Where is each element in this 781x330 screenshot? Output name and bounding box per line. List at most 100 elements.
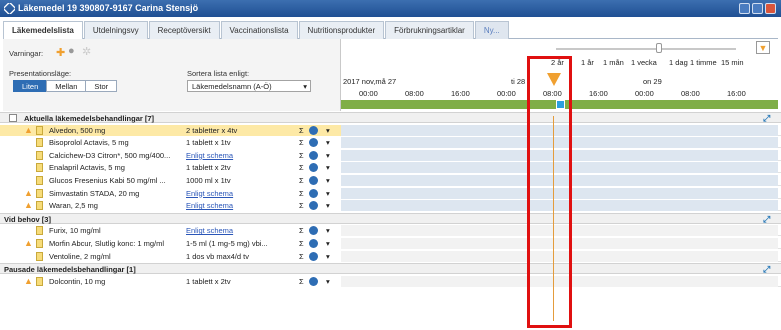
dose: 1 tablett x 1tv <box>186 138 231 148</box>
minimize-button[interactable] <box>739 3 750 14</box>
chevron-down-icon[interactable]: ▾ <box>326 238 330 249</box>
clock-icon[interactable] <box>309 239 318 248</box>
document-icon <box>36 239 43 248</box>
clock-icon[interactable] <box>309 150 318 160</box>
tab-5[interactable]: Förbrukningsartiklar <box>385 21 474 39</box>
sigma-icon[interactable]: Σ <box>299 225 304 236</box>
sigma-icon[interactable]: Σ <box>299 188 304 199</box>
sort-select[interactable]: Läkemedelsnamn (A-Ö) ▾ <box>187 80 311 92</box>
chevron-down-icon[interactable]: ▾ <box>326 188 330 199</box>
section-header-0[interactable]: Aktuella läkemedelsbehandlingar [7] ⤢ <box>0 112 781 123</box>
chevron-down-icon: ▾ <box>303 82 307 91</box>
document-icon <box>36 276 43 286</box>
gear-icon[interactable]: ✲ <box>82 45 91 58</box>
table-row[interactable]: Furix, 10 mg/ml Enligt schema Σ ▾ <box>0 225 781 237</box>
window-title: Läkemedel 19 390807-9167 Carina Stensjö <box>18 3 199 13</box>
filter-dropdown-button[interactable]: ▼ <box>756 41 770 54</box>
medication-name: Alvedon, 500 mg <box>49 125 106 135</box>
dose[interactable]: Enligt schema <box>186 200 290 211</box>
document-icon <box>36 125 43 135</box>
table-row[interactable]: Glucos Fresenius Kabi 50 mg/ml ... 1000 m… <box>0 175 781 186</box>
zoom-option-1[interactable]: 1 år <box>581 58 594 67</box>
zoom-option-2[interactable]: 1 mån <box>603 58 624 67</box>
chevron-down-icon[interactable]: ▾ <box>326 125 330 136</box>
tab-1[interactable]: Utdelningsvy <box>83 21 148 39</box>
sigma-icon[interactable]: Σ <box>299 125 304 136</box>
sigma-icon[interactable]: Σ <box>299 150 304 161</box>
chevron-down-icon[interactable]: ▾ <box>326 175 330 186</box>
sigma-icon[interactable]: Σ <box>299 137 304 148</box>
table-row[interactable]: Calcichew-D3 Citron*, 500 mg/400... Enlig… <box>0 149 781 161</box>
clock-icon[interactable] <box>309 276 318 286</box>
maximize-button[interactable] <box>752 3 763 14</box>
chevron-down-icon[interactable]: ▾ <box>326 150 330 161</box>
chevron-down-icon[interactable]: ▾ <box>326 251 330 262</box>
tab-2[interactable]: Receptöversikt <box>148 21 220 39</box>
dose[interactable]: Enligt schema <box>186 150 290 161</box>
document-icon <box>36 201 43 211</box>
dose: 1 tablett x 2tv <box>186 163 231 173</box>
close-button[interactable] <box>765 3 776 14</box>
warning-icon: ▲ <box>24 200 33 211</box>
hour-label-3: 00:00 <box>497 89 516 98</box>
zoom-option-4[interactable]: 1 dag <box>669 58 688 67</box>
hour-label-5: 16:00 <box>589 89 608 98</box>
checkbox[interactable] <box>9 114 17 122</box>
expand-icon[interactable]: ⤢ <box>763 113 770 124</box>
zoom-slider-track[interactable] <box>556 48 736 50</box>
chevron-down-icon[interactable]: ▾ <box>326 200 330 211</box>
section-header-1[interactable]: Vid behov [3] ⤢ <box>0 212 781 225</box>
sigma-icon[interactable]: Σ <box>299 251 304 262</box>
clock-icon[interactable] <box>309 176 318 185</box>
chevron-down-icon[interactable]: ▾ <box>326 162 330 173</box>
plus-warning-icon[interactable]: ✚ <box>56 46 65 59</box>
expand-icon[interactable]: ⤢ <box>763 214 770 225</box>
mode-large-button[interactable]: Stor <box>85 80 118 92</box>
tab-0[interactable]: Läkemedelslista <box>3 21 83 40</box>
chevron-down-icon[interactable]: ▾ <box>326 137 330 148</box>
table-row[interactable]: ▲ Waran, 2,5 mg Enligt schema Σ ▾ <box>0 200 781 212</box>
clock-icon[interactable] <box>309 125 318 135</box>
zoom-option-6[interactable]: 15 min <box>721 58 744 67</box>
clock-icon[interactable] <box>309 188 318 198</box>
expand-icon[interactable]: ⤢ <box>763 264 770 275</box>
dose[interactable]: Enligt schema <box>186 188 290 199</box>
pills-icon[interactable]: ● <box>68 45 75 57</box>
presentation-mode-group: Liten Mellan Stor <box>13 80 118 92</box>
tab-3[interactable]: Vaccinationslista <box>220 21 298 39</box>
table-row[interactable]: ▲ Simvastatin STADA, 20 mg Enligt schema Σ ▾ <box>0 187 781 199</box>
table-row[interactable]: Bisoprolol Actavis, 5 mg 1 tablett x 1tv Σ… <box>0 137 781 149</box>
hour-label-2: 16:00 <box>451 89 470 98</box>
chevron-down-icon[interactable]: ▾ <box>326 225 330 236</box>
date-left: 2017 nov,må 27 <box>343 77 397 86</box>
clock-icon[interactable] <box>309 251 318 261</box>
medication-name: Simvastatin STADA, 20 mg <box>49 188 140 198</box>
hour-label-0: 00:00 <box>359 89 378 98</box>
sort-label: Sortera lista enligt: <box>187 69 250 78</box>
hour-label-7: 08:00 <box>681 89 700 98</box>
table-row[interactable]: ▲ Morfin Abcur, Slutlig konc: 1 mg/ml 1-5 … <box>0 238 781 249</box>
sigma-icon[interactable]: Σ <box>299 175 304 186</box>
mode-medium-button[interactable]: Mellan <box>46 80 87 92</box>
sigma-icon[interactable]: Σ <box>299 238 304 249</box>
sort-value: Läkemedelsnamn (A-Ö) <box>192 82 272 91</box>
section-title: Pausade läkemedelsbehandlingar [1] <box>4 265 136 275</box>
table-row[interactable]: ▲ Alvedon, 500 mg 2 tabletter x 4tv Σ ▾ <box>0 124 781 136</box>
table-row[interactable]: Ventoline, 2 mg/ml 1 dos vb max4/d tv Σ ▾ <box>0 250 781 262</box>
sigma-icon[interactable]: Σ <box>299 276 304 287</box>
warning-icon: ▲ <box>24 275 33 286</box>
section-header-2[interactable]: Pausade läkemedelsbehandlingar [1] ⤢ <box>0 263 781 275</box>
table-row[interactable]: ▲ Dolcontin, 10 mg 1 tablett x 2tv Σ ▾ <box>0 275 781 287</box>
table-row[interactable]: Enalapril Actavis, 5 mg 1 tablett x 2tv Σ ▾ <box>0 162 781 174</box>
sigma-icon[interactable]: Σ <box>299 200 304 211</box>
dose[interactable]: Enligt schema <box>186 225 290 236</box>
zoom-option-5[interactable]: 1 timme <box>690 58 717 67</box>
chevron-down-icon[interactable]: ▾ <box>326 276 330 287</box>
section-title: Aktuella läkemedelsbehandlingar [7] <box>24 114 155 123</box>
zoom-option-3[interactable]: 1 vecka <box>631 58 657 67</box>
zoom-slider-handle[interactable] <box>656 43 662 53</box>
sigma-icon[interactable]: Σ <box>299 162 304 173</box>
tab-4[interactable]: Nutritionsprodukter <box>298 21 385 39</box>
tab-6[interactable]: Ny... <box>474 21 509 39</box>
mode-small-button[interactable]: Liten <box>13 80 48 92</box>
